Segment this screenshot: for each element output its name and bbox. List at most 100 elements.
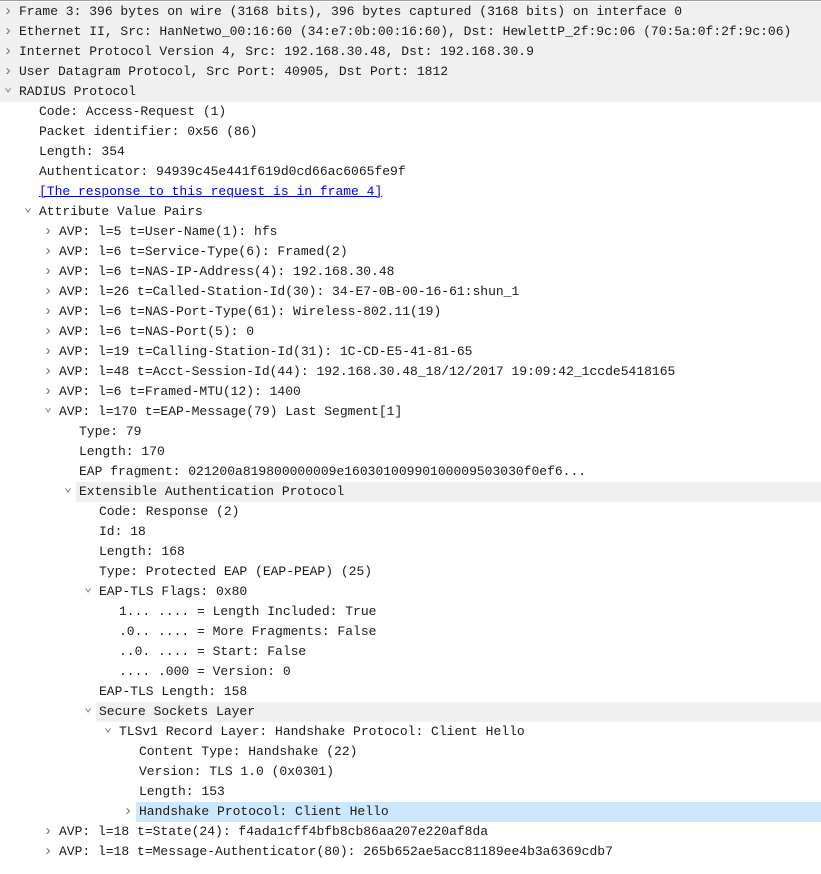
tree-row-label: User Datagram Protocol, Src Port: 40905,… bbox=[19, 64, 449, 79]
tree-row-label: AVP: l=5 t=User-Name(1): hfs bbox=[59, 224, 278, 239]
row-background bbox=[36, 142, 821, 162]
row-background bbox=[76, 422, 821, 442]
tree-row[interactable]: Length: 170 bbox=[0, 442, 821, 462]
tree-row[interactable]: Packet identifier: 0x56 (86) bbox=[0, 122, 821, 142]
tree-row[interactable]: Code: Response (2) bbox=[0, 502, 821, 522]
chevron-down-icon[interactable]: ⌄ bbox=[2, 78, 14, 98]
tree-row-label: Id: 18 bbox=[99, 524, 146, 539]
tree-row[interactable]: › Internet Protocol Version 4, Src: 192.1… bbox=[0, 42, 821, 62]
tree-row[interactable]: Type: Protected EAP (EAP-PEAP) (25) bbox=[0, 562, 821, 582]
chevron-right-icon[interactable]: › bbox=[2, 42, 14, 62]
tree-row[interactable]: ⌄ Attribute Value Pairs bbox=[0, 200, 821, 222]
tree-row-label: AVP: l=6 t=Framed-MTU(12): 1400 bbox=[59, 384, 301, 399]
tree-row[interactable]: .... .000 = Version: 0 bbox=[0, 662, 821, 682]
tree-row[interactable]: Length: 168 bbox=[0, 542, 821, 562]
tree-row[interactable]: › Ethernet II, Src: HanNetwo_00:16:60 (34… bbox=[0, 22, 821, 42]
tree-row-label: AVP: l=26 t=Called-Station-Id(30): 34-E7… bbox=[59, 284, 520, 299]
row-background bbox=[136, 782, 821, 802]
tree-row[interactable]: › AVP: l=5 t=User-Name(1): hfs bbox=[0, 222, 821, 242]
tree-row-label: AVP: l=18 t=Message-Authenticator(80): 2… bbox=[59, 844, 613, 859]
tree-row[interactable]: Type: 79 bbox=[0, 422, 821, 442]
tree-row[interactable]: EAP-TLS Length: 158 bbox=[0, 682, 821, 702]
chevron-right-icon[interactable]: › bbox=[42, 362, 54, 382]
tree-row-label: Length: 153 bbox=[139, 784, 225, 799]
tree-row[interactable]: › AVP: l=19 t=Calling-Station-Id(31): 1C-… bbox=[0, 342, 821, 362]
tree-row-selected[interactable]: › Handshake Protocol: Client Hello bbox=[0, 802, 821, 822]
chevron-down-icon[interactable]: ⌄ bbox=[42, 398, 54, 418]
tree-row-label: AVP: l=48 t=Acct-Session-Id(44): 192.168… bbox=[59, 364, 676, 379]
tree-row-label: Frame 3: 396 bytes on wire (3168 bits), … bbox=[19, 4, 683, 19]
tree-row[interactable]: Id: 18 bbox=[0, 522, 821, 542]
tree-row[interactable]: ..0. .... = Start: False bbox=[0, 642, 821, 662]
tree-row-label: RADIUS Protocol bbox=[19, 84, 137, 99]
tree-row[interactable]: Code: Access-Request (1) bbox=[0, 102, 821, 122]
chevron-right-icon[interactable]: › bbox=[42, 342, 54, 362]
chevron-right-icon[interactable]: › bbox=[42, 822, 54, 842]
tree-row-label: Length: 354 bbox=[39, 144, 125, 159]
tree-row-label: AVP: l=6 t=NAS-Port-Type(61): Wireless-8… bbox=[59, 304, 442, 319]
tree-row[interactable]: › AVP: l=6 t=NAS-IP-Address(4): 192.168.3… bbox=[0, 262, 821, 282]
tree-row[interactable]: › AVP: l=18 t=Message-Authenticator(80): … bbox=[0, 842, 821, 862]
packet-details-tree[interactable]: › Frame 3: 396 bytes on wire (3168 bits),… bbox=[0, 2, 821, 862]
row-background bbox=[76, 442, 821, 462]
tree-row-label: AVP: l=19 t=Calling-Station-Id(31): 1C-C… bbox=[59, 344, 473, 359]
chevron-down-icon[interactable]: ⌄ bbox=[62, 478, 74, 498]
tree-row-label: Internet Protocol Version 4, Src: 192.16… bbox=[19, 44, 534, 59]
tree-row-label: Code: Access-Request (1) bbox=[39, 104, 227, 119]
chevron-down-icon[interactable]: ⌄ bbox=[82, 578, 94, 598]
tree-row[interactable]: ⌄ Secure Sockets Layer bbox=[0, 700, 821, 722]
tree-row-label: .... .000 = Version: 0 bbox=[119, 664, 291, 679]
tree-row[interactable]: › AVP: l=48 t=Acct-Session-Id(44): 192.16… bbox=[0, 362, 821, 382]
chevron-right-icon[interactable]: › bbox=[42, 302, 54, 322]
chevron-down-icon[interactable]: ⌄ bbox=[22, 198, 34, 218]
chevron-right-icon[interactable]: › bbox=[122, 802, 134, 822]
chevron-right-icon[interactable]: › bbox=[2, 2, 14, 22]
row-background bbox=[96, 542, 821, 562]
tree-row-label: AVP: l=18 t=State(24): f4ada1cff4bfb8cb8… bbox=[59, 824, 489, 839]
chevron-right-icon[interactable]: › bbox=[42, 842, 54, 862]
chevron-down-icon[interactable]: ⌄ bbox=[102, 718, 114, 738]
tree-row[interactable]: Version: TLS 1.0 (0x0301) bbox=[0, 762, 821, 782]
tree-row[interactable]: › User Datagram Protocol, Src Port: 40905… bbox=[0, 62, 821, 82]
tree-row-label: Type: Protected EAP (EAP-PEAP) (25) bbox=[99, 564, 373, 579]
tree-row-label: EAP-TLS Length: 158 bbox=[99, 684, 248, 699]
tree-row[interactable]: ⌄ RADIUS Protocol bbox=[0, 80, 821, 102]
chevron-right-icon[interactable]: › bbox=[42, 222, 54, 242]
tree-row-label: AVP: l=6 t=Service-Type(6): Framed(2) bbox=[59, 244, 348, 259]
tree-row[interactable]: [The response to this request is in fram… bbox=[0, 182, 821, 202]
chevron-right-icon[interactable]: › bbox=[42, 282, 54, 302]
chevron-right-icon[interactable]: › bbox=[42, 262, 54, 282]
tree-row-label: Length: 170 bbox=[79, 444, 165, 459]
tree-row[interactable]: ⌄ EAP-TLS Flags: 0x80 bbox=[0, 580, 821, 602]
tree-row[interactable]: Length: 153 bbox=[0, 782, 821, 802]
tree-row[interactable]: Authenticator: 94939c45e441f619d0cd66ac6… bbox=[0, 162, 821, 182]
tree-row[interactable]: Length: 354 bbox=[0, 142, 821, 162]
tree-row[interactable]: › AVP: l=6 t=NAS-Port-Type(61): Wireless-… bbox=[0, 302, 821, 322]
response-frame-link[interactable]: [The response to this request is in fram… bbox=[39, 182, 382, 202]
tree-row-label: EAP-TLS Flags: 0x80 bbox=[99, 584, 248, 599]
tree-row-label: Version: TLS 1.0 (0x0301) bbox=[139, 764, 335, 779]
tree-row-label: Handshake Protocol: Client Hello bbox=[139, 804, 389, 819]
tree-row[interactable]: › AVP: l=6 t=Framed-MTU(12): 1400 bbox=[0, 382, 821, 402]
tree-row-label: Extensible Authentication Protocol bbox=[79, 484, 345, 499]
chevron-right-icon[interactable]: › bbox=[42, 242, 54, 262]
tree-row[interactable]: ⌄ AVP: l=170 t=EAP-Message(79) Last Segme… bbox=[0, 400, 821, 422]
tree-row-label: Content Type: Handshake (22) bbox=[139, 744, 358, 759]
tree-row[interactable]: › AVP: l=6 t=NAS-Port(5): 0 bbox=[0, 322, 821, 342]
tree-row-label: 1... .... = Length Included: True bbox=[119, 604, 377, 619]
tree-row-label: Length: 168 bbox=[99, 544, 185, 559]
tree-row[interactable]: › AVP: l=26 t=Called-Station-Id(30): 34-E… bbox=[0, 282, 821, 302]
chevron-right-icon[interactable]: › bbox=[42, 322, 54, 342]
chevron-right-icon[interactable]: › bbox=[2, 22, 14, 42]
tree-row-label: ..0. .... = Start: False bbox=[119, 644, 307, 659]
tree-row[interactable]: › AVP: l=18 t=State(24): f4ada1cff4bfb8cb… bbox=[0, 822, 821, 842]
tree-row[interactable]: ⌄ TLSv1 Record Layer: Handshake Protocol:… bbox=[0, 720, 821, 742]
tree-row[interactable]: › AVP: l=6 t=Service-Type(6): Framed(2) bbox=[0, 242, 821, 262]
tree-row[interactable]: › Frame 3: 396 bytes on wire (3168 bits),… bbox=[0, 2, 821, 22]
chevron-down-icon[interactable]: ⌄ bbox=[82, 698, 94, 718]
tree-row[interactable]: .0.. .... = More Fragments: False bbox=[0, 622, 821, 642]
tree-row[interactable]: EAP fragment: 021200a819800000009e160301… bbox=[0, 462, 821, 482]
tree-row[interactable]: ⌄ Extensible Authentication Protocol bbox=[0, 480, 821, 502]
tree-row[interactable]: Content Type: Handshake (22) bbox=[0, 742, 821, 762]
tree-row[interactable]: 1... .... = Length Included: True bbox=[0, 602, 821, 622]
